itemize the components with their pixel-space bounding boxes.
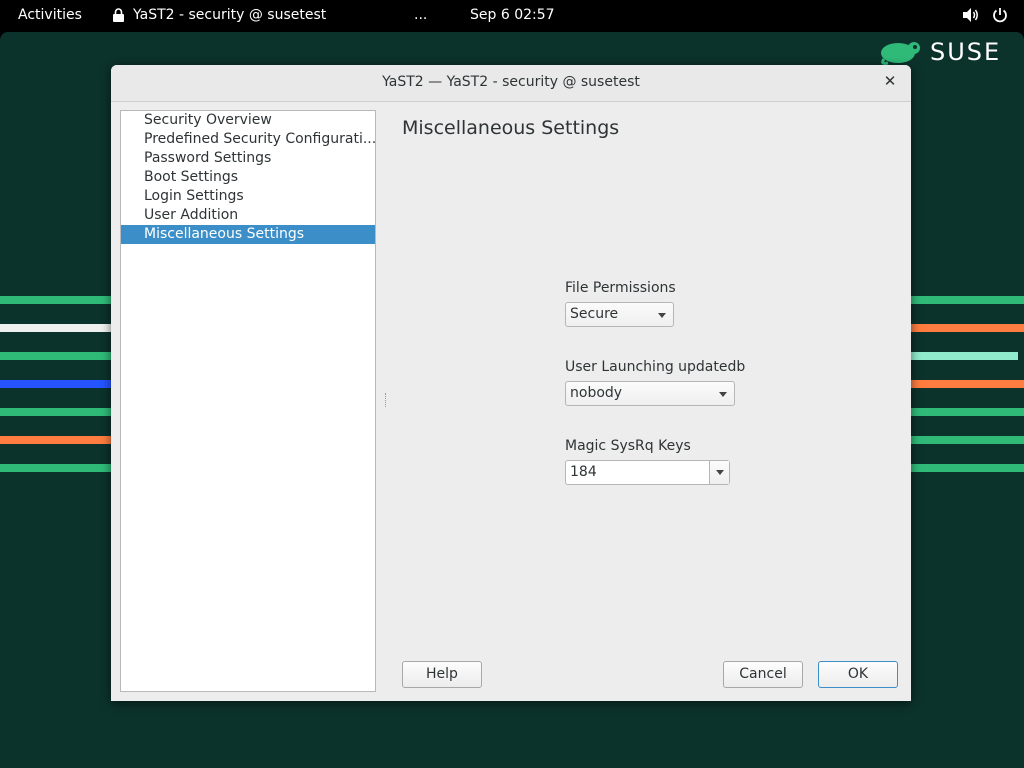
nav-item-user-addition[interactable]: User Addition [121, 206, 375, 225]
logo-text: SUSE [930, 38, 1002, 66]
power-icon [993, 8, 1007, 23]
overflow-indicator: ... [414, 7, 428, 23]
help-button[interactable]: Help [402, 661, 482, 688]
chevron-down-icon [716, 470, 724, 475]
nav-item-security-overview[interactable]: Security Overview [121, 111, 375, 130]
app-menu[interactable]: YaST2 - security @ susetest [112, 7, 326, 23]
decor-stripe [911, 464, 1024, 472]
chevron-down-icon [658, 313, 666, 318]
ok-button[interactable]: OK [818, 661, 898, 688]
close-icon[interactable]: ✕ [881, 72, 899, 90]
decor-stripe [0, 436, 111, 444]
decor-stripe [0, 352, 111, 360]
nav-item-miscellaneous-settings[interactable]: Miscellaneous Settings [121, 225, 375, 244]
nav-item-boot-settings[interactable]: Boot Settings [121, 168, 375, 187]
chevron-down-icon [719, 392, 727, 397]
decor-stripe [0, 408, 111, 416]
updatedb-user-select[interactable]: nobody [565, 381, 735, 406]
nav-item-password-settings[interactable]: Password Settings [121, 149, 375, 168]
file-permissions-value: Secure [570, 306, 619, 322]
clock[interactable]: Sep 6 02:57 [470, 7, 555, 23]
sysrq-label: Magic SysRq Keys [565, 438, 691, 454]
updatedb-user-label: User Launching updatedb [565, 359, 746, 375]
sysrq-combo[interactable]: 184 [565, 460, 730, 485]
decor-stripe [911, 380, 1024, 388]
decor-stripe [0, 464, 111, 472]
sysrq-dropdown-button[interactable] [709, 461, 729, 484]
app-menu-label: YaST2 - security @ susetest [133, 7, 327, 23]
decor-stripe [911, 436, 1024, 444]
decor-stripe [911, 408, 1024, 416]
sysrq-input[interactable]: 184 [570, 464, 597, 480]
updatedb-user-value: nobody [570, 385, 623, 401]
decor-stripe [911, 296, 1024, 304]
suse-logo: SUSE [878, 38, 1001, 66]
window-title: YaST2 — YaST2 - security @ susetest [382, 74, 640, 90]
volume-icon [963, 8, 978, 22]
decor-stripe [911, 352, 1018, 360]
decor-stripe [0, 380, 111, 388]
nav-item-login-settings[interactable]: Login Settings [121, 187, 375, 206]
file-permissions-label: File Permissions [565, 280, 676, 296]
splitter-handle[interactable] [385, 393, 388, 407]
file-permissions-select[interactable]: Secure [565, 302, 674, 327]
cancel-button[interactable]: Cancel [723, 661, 803, 688]
nav-item-predefined-configurations[interactable]: Predefined Security Configurati... [121, 130, 375, 149]
decor-stripe [911, 324, 1024, 332]
decor-stripe [0, 296, 111, 304]
navigation-tree[interactable]: Security Overview Predefined Security Co… [120, 110, 376, 692]
chameleon-icon [881, 42, 920, 65]
yast-window: YaST2 — YaST2 - security @ susetest ✕ Se… [111, 65, 911, 701]
top-bar: Activities YaST2 - security @ susetest .… [0, 0, 1024, 32]
activities-button[interactable]: Activities [18, 7, 82, 23]
decor-stripe [0, 324, 111, 332]
yast-app-icon [113, 8, 124, 22]
page-title: Miscellaneous Settings [402, 117, 620, 139]
system-menu[interactable] [962, 7, 1008, 23]
window-titlebar[interactable]: YaST2 — YaST2 - security @ susetest ✕ [111, 65, 911, 102]
